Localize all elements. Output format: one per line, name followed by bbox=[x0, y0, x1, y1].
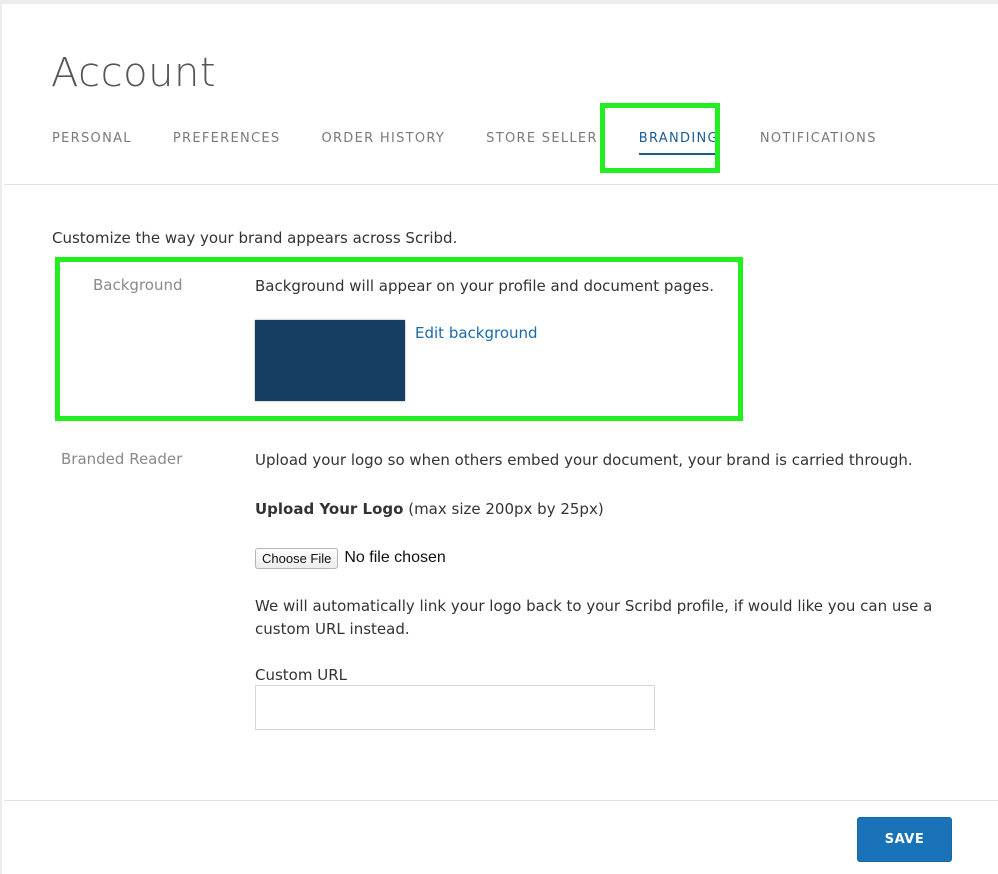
header-divider bbox=[4, 184, 998, 185]
upload-logo-title: Upload Your Logo bbox=[255, 500, 404, 518]
account-tabs: PERSONAL PREFERENCES ORDER HISTORY STORE… bbox=[52, 131, 877, 155]
link-note-line-1: We will automatically link your logo bac… bbox=[255, 597, 933, 615]
edit-background-link[interactable]: Edit background bbox=[415, 324, 538, 342]
page-title: Account bbox=[51, 50, 217, 96]
branded-reader-label: Branded Reader bbox=[61, 450, 183, 468]
footer-divider bbox=[4, 800, 998, 801]
file-status: No file chosen bbox=[344, 549, 446, 566]
branding-intro: Customize the way your brand appears acr… bbox=[52, 229, 458, 247]
tab-store-seller[interactable]: STORE SELLER bbox=[486, 131, 598, 146]
branding-tab-highlight bbox=[600, 103, 720, 173]
background-label: Background bbox=[93, 276, 183, 294]
save-button[interactable]: SAVE bbox=[857, 817, 952, 862]
tab-label: STORE SELLER bbox=[486, 131, 598, 146]
tab-notifications[interactable]: NOTIFICATIONS bbox=[760, 131, 877, 146]
tab-label: ORDER HISTORY bbox=[321, 131, 446, 146]
tab-label: PREFERENCES bbox=[172, 131, 281, 146]
background-description: Background will appear on your profile a… bbox=[255, 277, 714, 295]
tab-label: PERSONAL bbox=[52, 131, 132, 146]
link-note-line-2: custom URL instead. bbox=[255, 620, 410, 638]
custom-url-label: Custom URL bbox=[255, 666, 347, 684]
upload-logo-hint: (max size 200px by 25px) bbox=[403, 500, 604, 518]
upload-logo-heading: Upload Your Logo (max size 200px by 25px… bbox=[255, 500, 604, 518]
branded-reader-description: Upload your logo so when others embed yo… bbox=[255, 451, 913, 469]
tab-preferences[interactable]: PREFERENCES bbox=[173, 131, 281, 146]
logo-file-input: Choose File No file chosen bbox=[255, 547, 446, 569]
background-swatch[interactable] bbox=[255, 320, 405, 401]
account-page: Account PERSONAL PREFERENCES ORDER HISTO… bbox=[0, 0, 998, 874]
tab-order-history[interactable]: ORDER HISTORY bbox=[321, 131, 445, 146]
choose-file-button[interactable]: Choose File bbox=[255, 547, 339, 569]
tab-label: NOTIFICATIONS bbox=[759, 131, 877, 146]
custom-url-input[interactable] bbox=[255, 685, 655, 730]
tab-personal[interactable]: PERSONAL bbox=[52, 131, 132, 146]
